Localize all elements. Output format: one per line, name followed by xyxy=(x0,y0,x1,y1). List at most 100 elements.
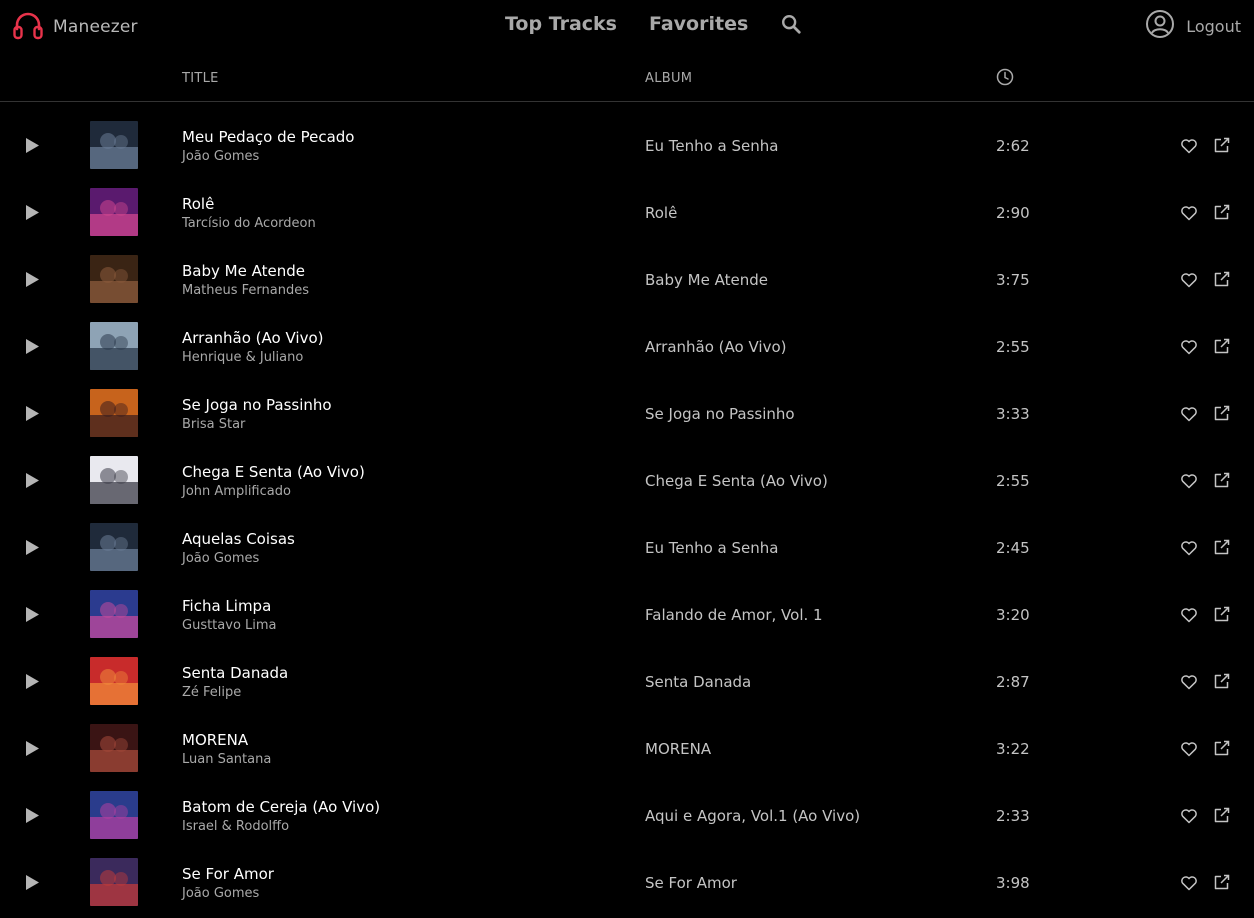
track-artist: Brisa Star xyxy=(182,417,246,432)
track-list: Meu Pedaço de Pecado João Gomes Eu Tenho… xyxy=(0,112,1254,916)
track-title[interactable]: Se Joga no Passinho xyxy=(182,396,332,414)
album-cover-image xyxy=(90,322,138,370)
track-album: Se For Amor xyxy=(645,874,737,892)
album-cover-image xyxy=(90,188,138,236)
heart-icon[interactable] xyxy=(1180,405,1198,423)
track-row: Aquelas Coisas João Gomes Eu Tenho a Sen… xyxy=(0,514,1254,581)
account-area: Logout xyxy=(1145,9,1241,43)
heart-icon[interactable] xyxy=(1180,874,1198,892)
track-title[interactable]: Rolê xyxy=(182,195,214,213)
external-link-icon[interactable] xyxy=(1213,605,1231,623)
track-album: Chega E Senta (Ao Vivo) xyxy=(645,472,828,490)
heart-icon[interactable] xyxy=(1180,673,1198,691)
table-header: TITLE ALBUM xyxy=(0,56,1254,102)
heart-icon[interactable] xyxy=(1180,338,1198,356)
play-icon[interactable] xyxy=(24,606,40,623)
user-circle-icon[interactable] xyxy=(1145,9,1175,43)
nav-favorites[interactable]: Favorites xyxy=(649,13,748,35)
play-icon[interactable] xyxy=(24,539,40,556)
play-icon[interactable] xyxy=(24,204,40,221)
track-title[interactable]: Ficha Limpa xyxy=(182,597,271,615)
play-icon[interactable] xyxy=(24,472,40,489)
track-album: Se Joga no Passinho xyxy=(645,405,795,423)
external-link-icon[interactable] xyxy=(1213,873,1231,891)
track-duration: 3:33 xyxy=(996,405,1030,423)
track-album: Aqui e Agora, Vol.1 (Ao Vivo) xyxy=(645,807,861,825)
track-row: Ficha Limpa Gusttavo Lima Falando de Amo… xyxy=(0,581,1254,648)
heart-icon[interactable] xyxy=(1180,472,1198,490)
track-duration: 2:90 xyxy=(996,204,1030,222)
album-cover-image xyxy=(90,389,138,437)
column-header-title[interactable]: TITLE xyxy=(182,71,219,86)
track-title[interactable]: Senta Danada xyxy=(182,664,288,682)
album-cover-image xyxy=(90,657,138,705)
track-row: Arranhão (Ao Vivo) Henrique & Juliano Ar… xyxy=(0,313,1254,380)
track-artist: Henrique & Juliano xyxy=(182,350,304,365)
external-link-icon[interactable] xyxy=(1213,471,1231,489)
play-icon[interactable] xyxy=(24,137,40,154)
track-artist: Tarcísio do Acordeon xyxy=(182,216,316,231)
nav-top-tracks[interactable]: Top Tracks xyxy=(505,13,617,35)
track-title[interactable]: Arranhão (Ao Vivo) xyxy=(182,329,323,347)
track-row: Se For Amor João Gomes Se For Amor 3:98 xyxy=(0,849,1254,916)
track-artist: Matheus Fernandes xyxy=(182,283,310,298)
heart-icon[interactable] xyxy=(1180,807,1198,825)
brand-name: Maneezer xyxy=(53,17,138,37)
play-icon[interactable] xyxy=(24,807,40,824)
external-link-icon[interactable] xyxy=(1213,538,1231,556)
brand[interactable]: Maneezer xyxy=(12,9,138,45)
top-bar: Maneezer Top Tracks Favorites Logout xyxy=(0,0,1254,50)
track-title[interactable]: Chega E Senta (Ao Vivo) xyxy=(182,463,365,481)
search-icon[interactable] xyxy=(780,13,802,35)
track-artist: John Amplificado xyxy=(182,484,291,499)
heart-icon[interactable] xyxy=(1180,740,1198,758)
track-duration: 2:55 xyxy=(996,338,1030,356)
external-link-icon[interactable] xyxy=(1213,270,1231,288)
heart-icon[interactable] xyxy=(1180,539,1198,557)
play-icon[interactable] xyxy=(24,271,40,288)
play-icon[interactable] xyxy=(24,338,40,355)
track-album: Rolê xyxy=(645,204,678,222)
external-link-icon[interactable] xyxy=(1213,203,1231,221)
external-link-icon[interactable] xyxy=(1213,136,1231,154)
track-artist: João Gomes xyxy=(182,886,260,901)
heart-icon[interactable] xyxy=(1180,271,1198,289)
play-icon[interactable] xyxy=(24,405,40,422)
heart-icon[interactable] xyxy=(1180,137,1198,155)
album-cover-image xyxy=(90,791,138,839)
external-link-icon[interactable] xyxy=(1213,806,1231,824)
track-title[interactable]: Batom de Cereja (Ao Vivo) xyxy=(182,798,380,816)
play-icon[interactable] xyxy=(24,740,40,757)
track-album: Arranhão (Ao Vivo) xyxy=(645,338,787,356)
play-icon[interactable] xyxy=(24,874,40,891)
track-artist: João Gomes xyxy=(182,551,260,566)
heart-icon[interactable] xyxy=(1180,606,1198,624)
track-album: Eu Tenho a Senha xyxy=(645,539,779,557)
track-duration: 3:22 xyxy=(996,740,1030,758)
external-link-icon[interactable] xyxy=(1213,672,1231,690)
track-duration: 2:62 xyxy=(996,137,1030,155)
track-title[interactable]: MORENA xyxy=(182,731,248,749)
clock-icon[interactable] xyxy=(996,68,1014,86)
track-title[interactable]: Se For Amor xyxy=(182,865,274,883)
album-cover-image xyxy=(90,724,138,772)
track-title[interactable]: Aquelas Coisas xyxy=(182,530,295,548)
album-cover-image xyxy=(90,858,138,906)
track-artist: Gusttavo Lima xyxy=(182,618,277,633)
headphones-icon xyxy=(12,9,44,45)
external-link-icon[interactable] xyxy=(1213,739,1231,757)
album-cover-image xyxy=(90,255,138,303)
external-link-icon[interactable] xyxy=(1213,404,1231,422)
track-title[interactable]: Baby Me Atende xyxy=(182,262,305,280)
external-link-icon[interactable] xyxy=(1213,337,1231,355)
track-row: Se Joga no Passinho Brisa Star Se Joga n… xyxy=(0,380,1254,447)
track-title[interactable]: Meu Pedaço de Pecado xyxy=(182,128,355,146)
column-header-album[interactable]: ALBUM xyxy=(645,71,692,86)
album-cover-image xyxy=(90,121,138,169)
play-icon[interactable] xyxy=(24,673,40,690)
track-duration: 2:55 xyxy=(996,472,1030,490)
track-artist: Israel & Rodolffo xyxy=(182,819,290,834)
logout-link[interactable]: Logout xyxy=(1186,17,1241,36)
track-row: Batom de Cereja (Ao Vivo) Israel & Rodol… xyxy=(0,782,1254,849)
heart-icon[interactable] xyxy=(1180,204,1198,222)
